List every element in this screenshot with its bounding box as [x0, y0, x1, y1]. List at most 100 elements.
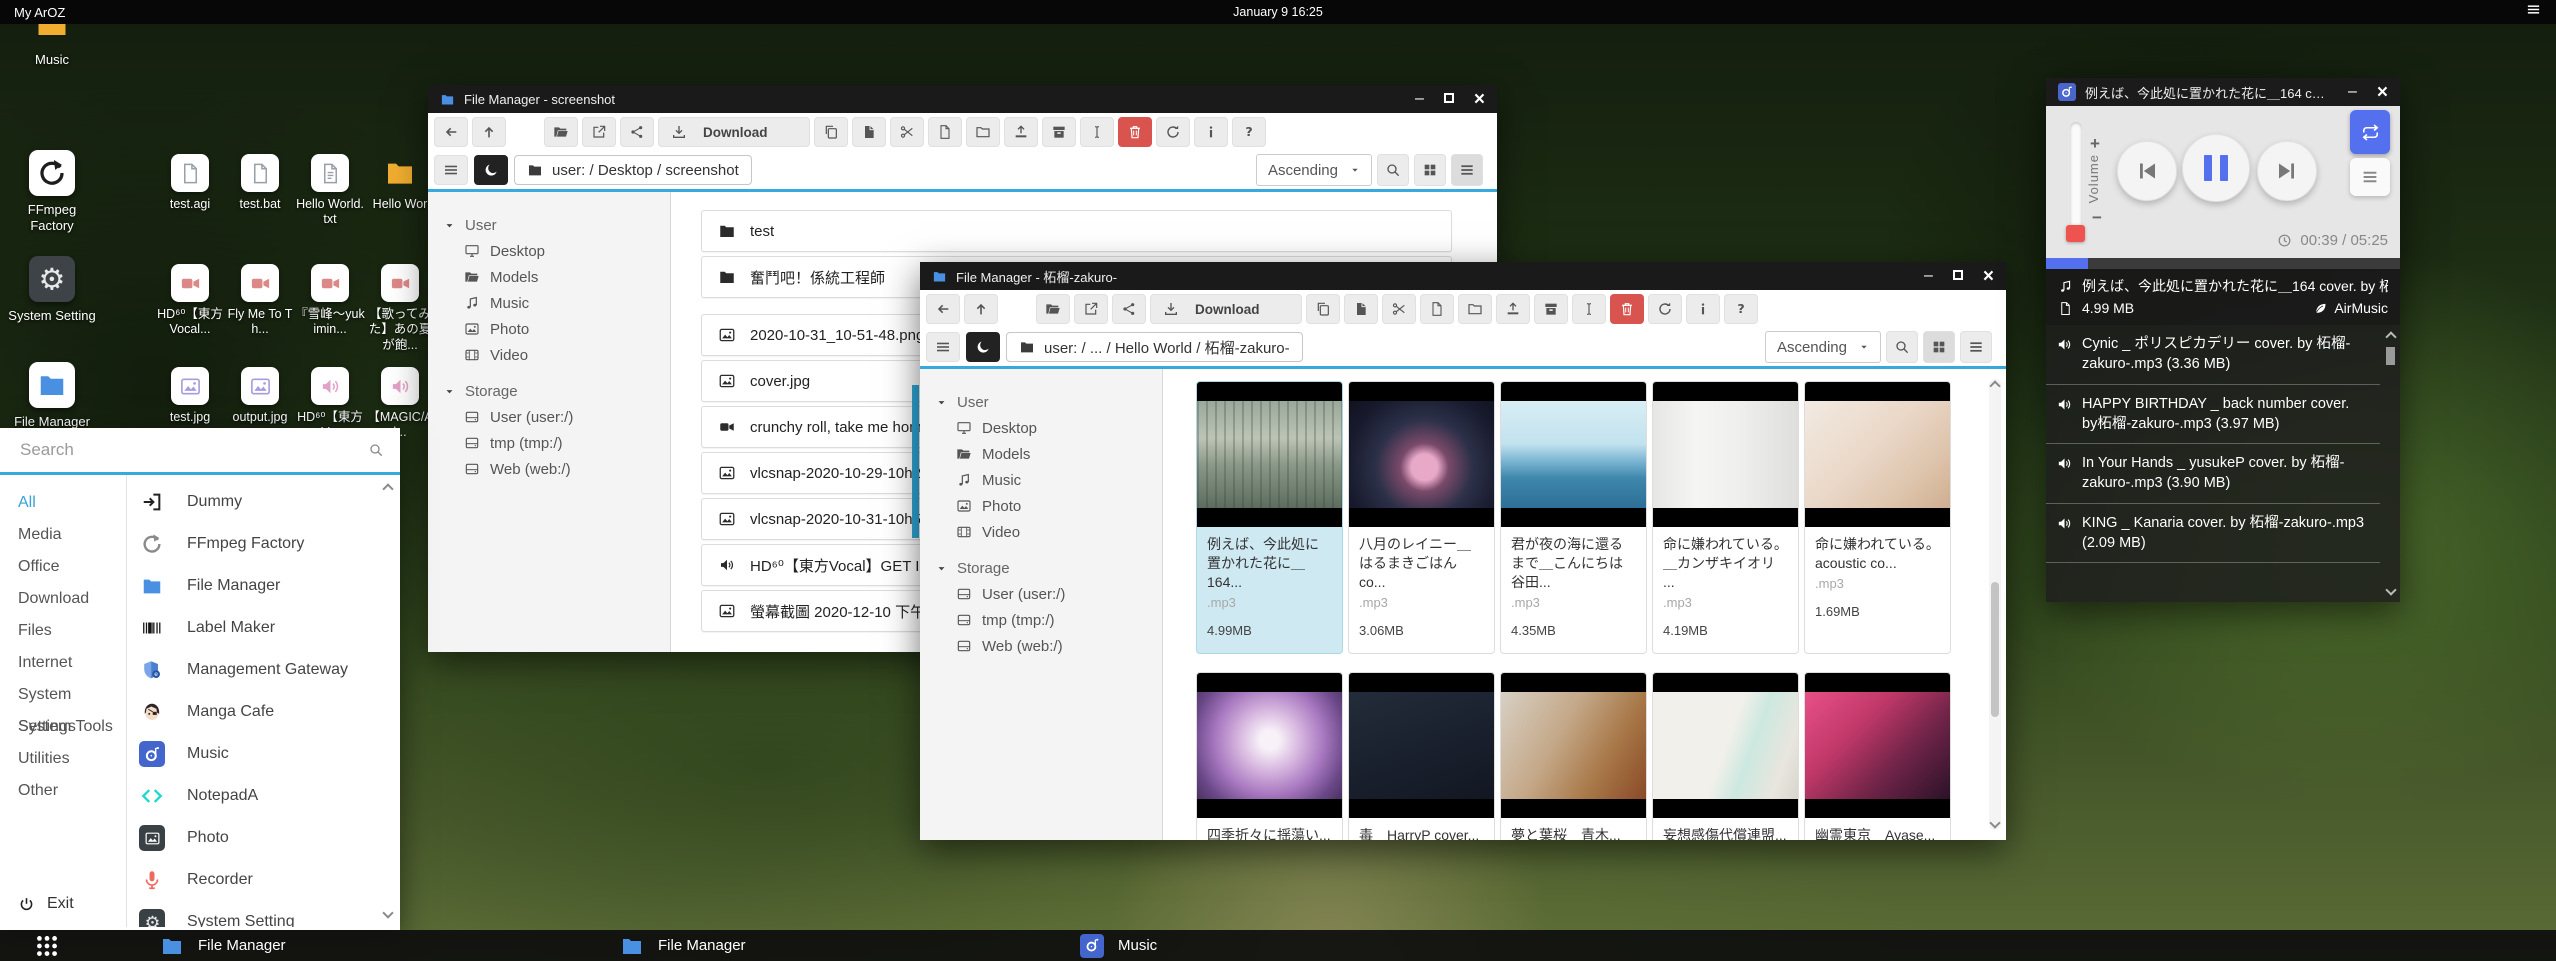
repeat-button[interactable]: [2350, 110, 2390, 154]
window-titlebar[interactable]: File Manager - screenshot – ×: [428, 85, 1497, 113]
sidebar-item[interactable]: Music: [936, 467, 1162, 493]
paste-button[interactable]: [1344, 294, 1378, 324]
desktop-file[interactable]: Fly Me To Th...: [225, 260, 295, 363]
archive-button[interactable]: [1042, 117, 1076, 147]
shortcut-ffmpeg-factory[interactable]: FFmpeg Factory: [8, 150, 96, 235]
refresh-button[interactable]: [1156, 117, 1190, 147]
exit-button[interactable]: Exit: [18, 895, 74, 913]
sidebar-item[interactable]: Web (web:/): [936, 633, 1162, 659]
scroll-down-icon[interactable]: [2385, 584, 2396, 595]
previous-track-button[interactable]: [2117, 141, 2177, 201]
sidebar-item[interactable]: Desktop: [936, 415, 1162, 441]
share-button[interactable]: [620, 117, 654, 147]
desktop-file[interactable]: test.bat: [225, 150, 295, 260]
app-item-music[interactable]: Music: [127, 733, 378, 775]
file-card[interactable]: 幽霊東京＿Ayase...: [1804, 672, 1951, 840]
volume-down-label[interactable]: −: [2092, 208, 2102, 228]
sidebar-item[interactable]: Video: [444, 342, 670, 368]
scroll-up-icon[interactable]: [1989, 380, 2000, 391]
new-folder-button[interactable]: [1458, 294, 1492, 324]
scroll-up-icon[interactable]: [382, 483, 393, 494]
maximize-button[interactable]: [1444, 91, 1454, 107]
airmusic-badge[interactable]: AirMusic: [2313, 300, 2388, 316]
search-button[interactable]: [1886, 331, 1918, 363]
playlist-toggle-button[interactable]: [2350, 158, 2390, 196]
sort-dropdown[interactable]: Ascending: [1765, 331, 1881, 363]
app-item-management-gateway[interactable]: Management Gateway: [127, 649, 378, 691]
file-card[interactable]: 君が夜の海に還るまで＿こんにちは谷田... .mp3 4.35MB: [1500, 381, 1647, 654]
rename-button[interactable]: [1080, 117, 1114, 147]
cut-button[interactable]: [1382, 294, 1416, 324]
search-button[interactable]: [1377, 154, 1409, 186]
open-in-new-button[interactable]: [582, 117, 616, 147]
scrollbar-thumb[interactable]: [912, 385, 919, 538]
path-bar[interactable]: user: / ... / Hello World / 柘榴-zakuro-: [1006, 332, 1303, 362]
help-button[interactable]: [1232, 117, 1266, 147]
sort-dropdown[interactable]: Ascending: [1256, 154, 1372, 186]
file-card[interactable]: 夢と葉桜＿青木...: [1500, 672, 1647, 840]
new-folder-button[interactable]: [966, 117, 1000, 147]
grid-view-button[interactable]: [1414, 154, 1446, 186]
sidebar-item[interactable]: Web (web:/): [444, 456, 670, 482]
minimize-button[interactable]: –: [2348, 84, 2357, 100]
maximize-button[interactable]: [1953, 268, 1963, 284]
progress-bar[interactable]: [2046, 258, 2400, 269]
file-card[interactable]: 命に嫌われている。＿カンザキイオリ ... .mp3 4.19MB: [1652, 381, 1799, 654]
close-button[interactable]: ×: [1983, 267, 1994, 286]
category-item[interactable]: Utilities: [0, 743, 124, 775]
scrollbar[interactable]: [1989, 379, 2001, 830]
menu-icon[interactable]: [2525, 2, 2542, 22]
close-button[interactable]: ×: [2377, 83, 2388, 102]
sidebar-item[interactable]: Desktop: [444, 238, 670, 264]
category-item[interactable]: Media: [0, 519, 124, 551]
sidebar-item[interactable]: Music: [444, 290, 670, 316]
open-button[interactable]: [1036, 294, 1070, 324]
list-view-button[interactable]: [1960, 331, 1992, 363]
scroll-down-icon[interactable]: [382, 907, 393, 918]
info-button[interactable]: [1194, 117, 1228, 147]
scroll-down-icon[interactable]: [1989, 817, 2000, 828]
window-titlebar[interactable]: 例えば、今此処に置かれた花に＿164 c… – ×: [2046, 78, 2400, 106]
up-button[interactable]: [472, 117, 506, 147]
menu-button[interactable]: [926, 332, 960, 362]
list-view-button[interactable]: [1451, 154, 1483, 186]
app-launcher-button[interactable]: [34, 933, 80, 959]
sidebar-item[interactable]: Photo: [444, 316, 670, 342]
copy-button[interactable]: [1306, 294, 1340, 324]
sidebar-item[interactable]: Photo: [936, 493, 1162, 519]
open-in-new-button[interactable]: [1074, 294, 1108, 324]
desktop-file[interactable]: 【歌ってみた】あの夏が飽...: [365, 260, 435, 363]
copy-button[interactable]: [814, 117, 848, 147]
paste-button[interactable]: [852, 117, 886, 147]
sidebar-item[interactable]: User (user:/): [936, 581, 1162, 607]
desktop-file[interactable]: 『雪峰～yukimin...: [295, 260, 365, 363]
category-item[interactable]: Download: [0, 583, 124, 615]
scroll-up-icon[interactable]: [2385, 331, 2396, 342]
sidebar-item[interactable]: Storage: [936, 555, 1162, 581]
app-item-photo[interactable]: Photo: [127, 817, 378, 859]
delete-button[interactable]: [1610, 294, 1644, 324]
shortcut-file-manager[interactable]: File Manager: [8, 362, 96, 430]
file-card[interactable]: 八月のレイニー＿はるまきごはん co... .mp3 3.06MB: [1348, 381, 1495, 654]
share-button[interactable]: [1112, 294, 1146, 324]
app-item-notepada[interactable]: NotepadA: [127, 775, 378, 817]
test[interactable]: test: [701, 210, 1452, 252]
category-item[interactable]: Other: [0, 775, 124, 807]
dark-mode-toggle[interactable]: [966, 332, 1000, 362]
app-item-system-setting[interactable]: System Setting: [127, 901, 378, 927]
minimize-button[interactable]: –: [1924, 268, 1933, 284]
volume-up-label[interactable]: +: [2090, 134, 2100, 154]
path-bar[interactable]: user: / Desktop / screenshot: [514, 155, 752, 185]
app-item-ffmpeg-factory[interactable]: FFmpeg Factory: [127, 523, 378, 565]
shortcut-system-setting[interactable]: System Setting: [8, 256, 96, 324]
upload-button[interactable]: [1004, 117, 1038, 147]
task-file-manager-2[interactable]: File Manager: [620, 934, 1080, 958]
category-item[interactable]: Internet: [0, 647, 124, 679]
back-button[interactable]: [434, 117, 468, 147]
playlist-item[interactable]: KING _ Kanaria cover. by 柘榴-zakuro-.mp3 …: [2046, 504, 2380, 564]
desktop-file[interactable]: HD⁶⁰【東方Vocal...: [155, 260, 225, 363]
playlist-item[interactable]: In Your Hands _ yusukeP cover. by 柘榴-zak…: [2046, 444, 2380, 504]
rename-button[interactable]: [1572, 294, 1606, 324]
pause-button[interactable]: [2182, 134, 2250, 202]
file-card[interactable]: 妄想感傷代償連盟...: [1652, 672, 1799, 840]
